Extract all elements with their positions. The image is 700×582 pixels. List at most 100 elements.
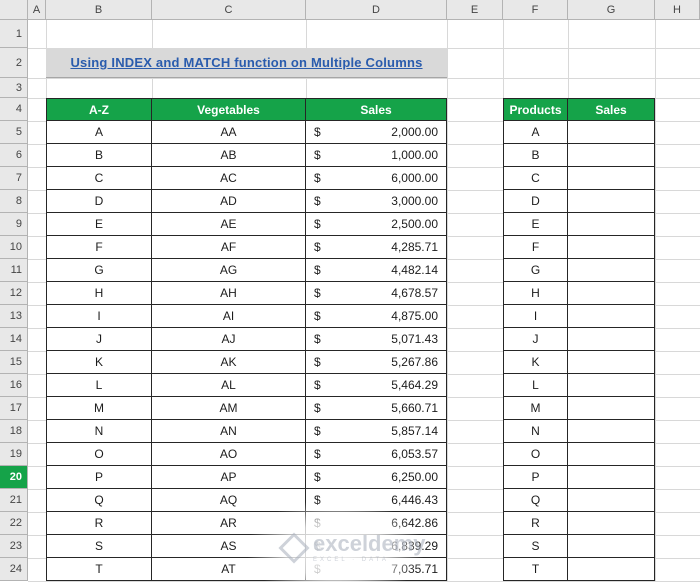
column-header-F[interactable]: F bbox=[503, 0, 568, 20]
cell-product[interactable]: D bbox=[503, 190, 568, 213]
cell-product[interactable]: F bbox=[503, 236, 568, 259]
select-all-corner[interactable] bbox=[0, 0, 28, 20]
row-header-1[interactable]: 1 bbox=[0, 20, 28, 48]
cell-az[interactable]: L bbox=[46, 374, 152, 397]
cell-product[interactable]: R bbox=[503, 512, 568, 535]
row-header-21[interactable]: 21 bbox=[0, 489, 28, 512]
cell-lookup-sales[interactable] bbox=[568, 282, 655, 305]
cell-az[interactable]: N bbox=[46, 420, 152, 443]
cell-lookup-sales[interactable] bbox=[568, 236, 655, 259]
cell-sales[interactable]: $6,250.00 bbox=[306, 466, 447, 489]
column-header-D[interactable]: D bbox=[306, 0, 447, 20]
cell-lookup-sales[interactable] bbox=[568, 305, 655, 328]
cell-vegetable[interactable]: AJ bbox=[152, 328, 306, 351]
column-header-C[interactable]: C bbox=[152, 0, 306, 20]
lookup-table-header-products[interactable]: Products bbox=[503, 98, 568, 121]
cell-az[interactable]: T bbox=[46, 558, 152, 581]
row-header-6[interactable]: 6 bbox=[0, 144, 28, 167]
cell-vegetable[interactable]: AG bbox=[152, 259, 306, 282]
cell-vegetable[interactable]: AK bbox=[152, 351, 306, 374]
main-table-header-sales[interactable]: Sales bbox=[306, 98, 447, 121]
row-header-10[interactable]: 10 bbox=[0, 236, 28, 259]
cell-sales[interactable]: $2,000.00 bbox=[306, 121, 447, 144]
cell-lookup-sales[interactable] bbox=[568, 144, 655, 167]
cell-az[interactable]: B bbox=[46, 144, 152, 167]
cell-vegetable[interactable]: AO bbox=[152, 443, 306, 466]
cell-sales[interactable]: $3,000.00 bbox=[306, 190, 447, 213]
cell-vegetable[interactable]: AB bbox=[152, 144, 306, 167]
cell-az[interactable]: K bbox=[46, 351, 152, 374]
cell-sales[interactable]: $4,678.57 bbox=[306, 282, 447, 305]
cell-product[interactable]: L bbox=[503, 374, 568, 397]
cell-vegetable[interactable]: AD bbox=[152, 190, 306, 213]
row-header-3[interactable]: 3 bbox=[0, 78, 28, 98]
row-header-24[interactable]: 24 bbox=[0, 558, 28, 581]
cell-sales[interactable]: $5,464.29 bbox=[306, 374, 447, 397]
row-header-19[interactable]: 19 bbox=[0, 443, 28, 466]
cell-product[interactable]: N bbox=[503, 420, 568, 443]
main-table-header-vegetables[interactable]: Vegetables bbox=[152, 98, 306, 121]
cell-sales[interactable]: $5,660.71 bbox=[306, 397, 447, 420]
cell-sales[interactable]: $6,000.00 bbox=[306, 167, 447, 190]
cell-vegetable[interactable]: AI bbox=[152, 305, 306, 328]
cell-az[interactable]: P bbox=[46, 466, 152, 489]
cell-lookup-sales[interactable] bbox=[568, 190, 655, 213]
cell-lookup-sales[interactable] bbox=[568, 443, 655, 466]
column-header-B[interactable]: B bbox=[46, 0, 152, 20]
cell-product[interactable]: K bbox=[503, 351, 568, 374]
cell-sales[interactable]: $5,267.86 bbox=[306, 351, 447, 374]
cell-lookup-sales[interactable] bbox=[568, 489, 655, 512]
cell-product[interactable]: Q bbox=[503, 489, 568, 512]
cell-sales[interactable]: $2,500.00 bbox=[306, 213, 447, 236]
cell-product[interactable]: P bbox=[503, 466, 568, 489]
cell-sales[interactable]: $1,000.00 bbox=[306, 144, 447, 167]
cell-sales[interactable]: $4,285.71 bbox=[306, 236, 447, 259]
row-header-18[interactable]: 18 bbox=[0, 420, 28, 443]
cell-sales[interactable]: $5,071.43 bbox=[306, 328, 447, 351]
row-header-12[interactable]: 12 bbox=[0, 282, 28, 305]
row-header-9[interactable]: 9 bbox=[0, 213, 28, 236]
cell-az[interactable]: R bbox=[46, 512, 152, 535]
cell-az[interactable]: C bbox=[46, 167, 152, 190]
cell-vegetable[interactable]: AN bbox=[152, 420, 306, 443]
cell-product[interactable]: A bbox=[503, 121, 568, 144]
cell-az[interactable]: A bbox=[46, 121, 152, 144]
cell-lookup-sales[interactable] bbox=[568, 397, 655, 420]
row-header-23[interactable]: 23 bbox=[0, 535, 28, 558]
row-header-22[interactable]: 22 bbox=[0, 512, 28, 535]
cell-vegetable[interactable]: AE bbox=[152, 213, 306, 236]
cell-sales[interactable]: $6,446.43 bbox=[306, 489, 447, 512]
cell-product[interactable]: O bbox=[503, 443, 568, 466]
cell-vegetable[interactable]: AL bbox=[152, 374, 306, 397]
cell-lookup-sales[interactable] bbox=[568, 121, 655, 144]
row-header-5[interactable]: 5 bbox=[0, 121, 28, 144]
cell-az[interactable]: F bbox=[46, 236, 152, 259]
cell-product[interactable]: M bbox=[503, 397, 568, 420]
cell-vegetable[interactable]: AM bbox=[152, 397, 306, 420]
cell-lookup-sales[interactable] bbox=[568, 374, 655, 397]
cell-product[interactable]: T bbox=[503, 558, 568, 581]
main-table-header-a-z[interactable]: A-Z bbox=[46, 98, 152, 121]
cell-az[interactable]: E bbox=[46, 213, 152, 236]
cell-lookup-sales[interactable] bbox=[568, 213, 655, 236]
cell-lookup-sales[interactable] bbox=[568, 351, 655, 374]
cell-az[interactable]: J bbox=[46, 328, 152, 351]
cell-az[interactable]: G bbox=[46, 259, 152, 282]
title-cell[interactable]: Using INDEX and MATCH function on Multip… bbox=[46, 48, 447, 78]
cell-az[interactable]: D bbox=[46, 190, 152, 213]
cell-product[interactable]: S bbox=[503, 535, 568, 558]
cell-lookup-sales[interactable] bbox=[568, 420, 655, 443]
cell-az[interactable]: S bbox=[46, 535, 152, 558]
column-header-A[interactable]: A bbox=[28, 0, 46, 20]
column-header-G[interactable]: G bbox=[568, 0, 655, 20]
cell-lookup-sales[interactable] bbox=[568, 512, 655, 535]
row-header-13[interactable]: 13 bbox=[0, 305, 28, 328]
cell-vegetable[interactable]: AQ bbox=[152, 489, 306, 512]
cell-az[interactable]: H bbox=[46, 282, 152, 305]
cell-product[interactable]: G bbox=[503, 259, 568, 282]
cell-product[interactable]: B bbox=[503, 144, 568, 167]
row-header-7[interactable]: 7 bbox=[0, 167, 28, 190]
row-header-20[interactable]: 20 bbox=[0, 466, 28, 489]
cell-lookup-sales[interactable] bbox=[568, 558, 655, 581]
cell-product[interactable]: C bbox=[503, 167, 568, 190]
